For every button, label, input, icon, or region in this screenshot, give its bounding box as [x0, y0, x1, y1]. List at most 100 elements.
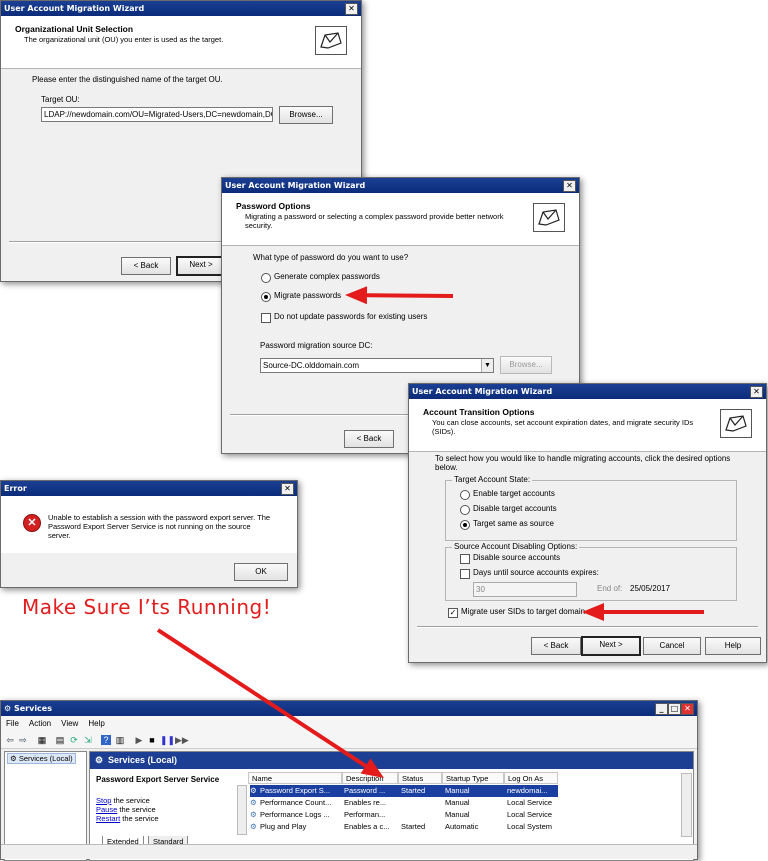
table-cell[interactable]: Performance Count... [260, 797, 342, 809]
table-cell[interactable]: Local System [507, 821, 559, 833]
table-cell[interactable]: Enables re... [344, 797, 398, 809]
table-cell[interactable]: Performan... [344, 809, 398, 821]
table-cell[interactable]: Manual [445, 785, 503, 797]
ok-button[interactable]: OK [234, 563, 288, 581]
table-cell[interactable]: Started [401, 785, 441, 797]
close-button[interactable]: ✕ [750, 386, 763, 398]
no-update-checkbox[interactable] [261, 313, 271, 323]
radio-enable-target[interactable] [460, 490, 470, 500]
ou-wizard-titlebar[interactable]: User Account Migration Wizard ✕ [1, 1, 361, 16]
help-icon[interactable]: ? [101, 735, 111, 745]
column-name[interactable]: Name [248, 772, 342, 784]
close-button[interactable]: ✕ [681, 703, 694, 715]
source-dc-label: Password migration source DC: [260, 341, 373, 350]
wizard-header: Account Transition Options You can close… [409, 399, 766, 452]
restart-link[interactable]: Restart [96, 814, 120, 823]
gear-icon: ⚙ [4, 704, 14, 713]
table-cell[interactable]: Manual [445, 797, 503, 809]
radio-complex[interactable] [261, 273, 271, 283]
table-cell[interactable]: Started [401, 821, 441, 833]
source-dc-select[interactable]: Source-DC.olddomain.com ▼ [260, 358, 494, 373]
back-button[interactable]: < Back [531, 637, 581, 655]
table-cell[interactable]: newdomai... [507, 785, 559, 797]
close-button[interactable]: ✕ [563, 180, 576, 192]
target-state-label: Target Account State: [452, 475, 533, 484]
password-question: What type of password do you want to use… [253, 253, 409, 262]
disable-source-label: Disable source accounts [473, 553, 561, 562]
menu-view[interactable]: View [56, 716, 83, 732]
back-arrow-icon[interactable]: ⇦ [5, 735, 15, 745]
table-cell[interactable]: Automatic [445, 821, 503, 833]
target-ou-input[interactable]: LDAP://newdomain.com/OU=Migrated-Users,D… [41, 107, 273, 122]
tree-item-services-local[interactable]: ⚙ Services (Local) [7, 753, 76, 764]
view-icon[interactable]: ▥ [115, 735, 125, 745]
close-button[interactable]: ✕ [281, 483, 294, 495]
back-button[interactable]: < Back [344, 430, 394, 448]
restart-icon[interactable]: ▶▶ [175, 735, 189, 745]
left-scrollbar[interactable] [237, 785, 247, 835]
stop-link[interactable]: Stop [96, 796, 111, 805]
column-description[interactable]: Description [342, 772, 398, 784]
forward-arrow-icon[interactable]: ⇨ [18, 735, 28, 745]
table-cell[interactable]: Password Export S... [260, 785, 342, 797]
help-button[interactable]: Help [705, 637, 761, 655]
next-button[interactable]: Next > [176, 256, 226, 276]
radio-same-as-source[interactable] [460, 520, 470, 530]
cancel-button[interactable]: Cancel [643, 637, 701, 655]
services-titlebar[interactable]: ⚙ Services ✕ □ _ [1, 701, 697, 716]
chevron-down-icon[interactable]: ▼ [481, 359, 493, 372]
radio-disable-target[interactable] [460, 505, 470, 515]
disable-source-checkbox[interactable] [460, 554, 470, 564]
window-title: Error [4, 484, 27, 493]
console-tree-icon[interactable]: ▦ [37, 735, 47, 745]
refresh-icon[interactable]: ⟳ [69, 735, 79, 745]
table-cell[interactable]: Manual [445, 809, 503, 821]
menu-action[interactable]: Action [24, 716, 56, 732]
toolbar: ⇦ ⇨ ▦ ▤ ⟳ ⇲ ? ▥ ▶ ■ ❚❚ ▶▶ [1, 732, 697, 749]
pause-icon[interactable]: ❚❚ [160, 735, 175, 745]
header-subtitle: You can close accounts, set account expi… [432, 418, 694, 436]
restart-text: the service [120, 814, 159, 823]
table-cell[interactable]: Performance Logs ... [260, 809, 342, 821]
restart-action: Restart the service [96, 814, 159, 823]
days-input[interactable]: 30 [473, 582, 577, 597]
wizard-icon [533, 203, 565, 232]
next-button[interactable]: Next > [581, 636, 641, 656]
transition-wizard-titlebar[interactable]: User Account Migration Wizard ✕ [409, 384, 766, 399]
tree-item-label: Services (Local) [18, 754, 73, 763]
radio-migrate[interactable] [261, 292, 271, 302]
table-cell[interactable]: Enables a c... [344, 821, 398, 833]
menu-help[interactable]: Help [83, 716, 109, 732]
services-icon: ⚙ [10, 754, 17, 763]
right-scrollbar[interactable] [681, 773, 692, 837]
minimize-button[interactable]: _ [655, 703, 668, 715]
play-icon[interactable]: ▶ [134, 735, 144, 745]
password-wizard-titlebar[interactable]: User Account Migration Wizard ✕ [222, 178, 579, 193]
header-subtitle: Migrating a password or selecting a comp… [245, 212, 504, 230]
column-log-on-as[interactable]: Log On As [504, 772, 558, 784]
end-of-date: 25/05/2017 [630, 584, 671, 593]
table-cell[interactable]: Plug and Play [260, 821, 342, 833]
close-button[interactable]: ✕ [345, 3, 358, 15]
days-until-checkbox[interactable] [460, 569, 470, 579]
service-actions: Stop the service Pause the service Resta… [96, 796, 159, 823]
browse-button[interactable]: Browse... [500, 356, 552, 374]
stop-icon[interactable]: ■ [147, 735, 157, 745]
disabling-label: Source Account Disabling Options: [452, 542, 580, 551]
error-dialog: Error ✕ ✕ Unable to establish a session … [0, 480, 298, 588]
table-cell[interactable]: Password ... [344, 785, 398, 797]
back-button[interactable]: < Back [121, 257, 171, 275]
export-icon[interactable]: ⇲ [83, 735, 93, 745]
column-startup-type[interactable]: Startup Type [442, 772, 504, 784]
menu-file[interactable]: File [1, 716, 24, 732]
maximize-button[interactable]: □ [668, 703, 681, 715]
properties-icon[interactable]: ▤ [55, 735, 65, 745]
table-cell[interactable]: Local Service [507, 809, 559, 821]
wizard-header: Organizational Unit Selection The organi… [1, 16, 361, 69]
migrate-sids-checkbox[interactable]: ✓ [448, 608, 458, 618]
table-cell[interactable]: Local Service [507, 797, 559, 809]
column-status[interactable]: Status [398, 772, 442, 784]
pause-link[interactable]: Pause [96, 805, 117, 814]
browse-button[interactable]: Browse... [279, 106, 333, 124]
error-titlebar[interactable]: Error ✕ [1, 481, 297, 496]
